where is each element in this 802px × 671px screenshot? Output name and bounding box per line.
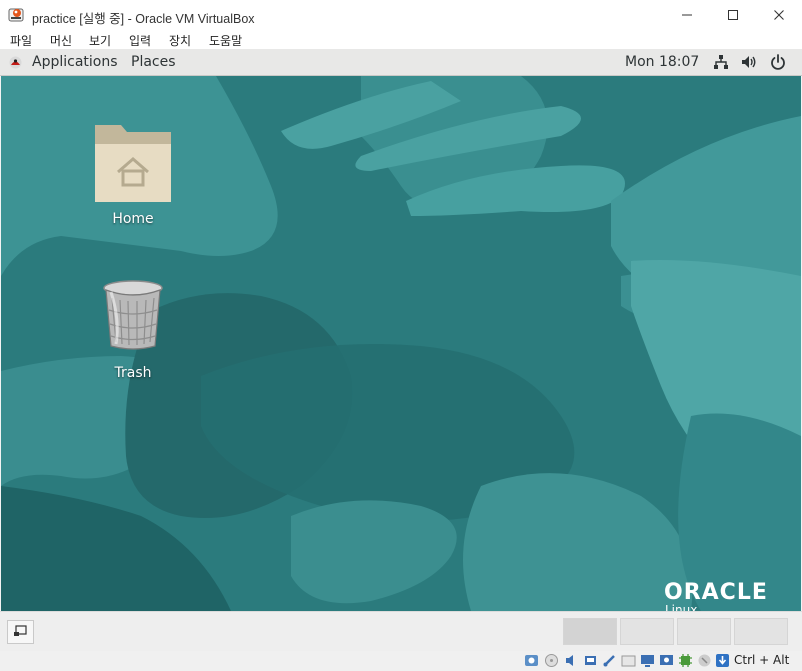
window-title: practice [실행 중] - Oracle VM VirtualBox	[32, 12, 255, 26]
oracle-logo-sub: Linux	[665, 603, 698, 611]
optical-drive-icon[interactable]	[544, 653, 559, 668]
show-desktop-icon	[14, 625, 27, 636]
applications-menu[interactable]: Applications	[32, 54, 118, 70]
places-menu[interactable]: Places	[131, 54, 176, 70]
network-icon[interactable]	[713, 54, 729, 70]
volume-icon[interactable]	[741, 54, 757, 70]
minimize-icon	[682, 14, 692, 16]
display-icon[interactable]	[640, 653, 655, 668]
workspace-1[interactable]	[563, 618, 617, 645]
applications-icon	[9, 56, 22, 69]
gnome-top-bar: Applications Places Mon 18:07	[0, 49, 802, 76]
menu-view[interactable]: 보기	[89, 32, 111, 49]
menu-file[interactable]: 파일	[10, 32, 32, 49]
virtualbox-app-icon	[8, 8, 24, 22]
shared-folders-icon[interactable]	[621, 653, 636, 668]
host-key-label: Ctrl + Alt	[734, 653, 790, 667]
close-button[interactable]	[756, 0, 802, 30]
trash-icon	[103, 280, 163, 350]
oracle-logo: ORACLE	[664, 580, 768, 605]
menu-machine[interactable]: 머신	[50, 32, 72, 49]
desktop-icon-trash[interactable]: Trash	[85, 280, 181, 381]
show-desktop-button[interactable]	[7, 620, 34, 644]
home-folder-icon	[95, 125, 171, 202]
gnome-bottom-bar	[0, 611, 802, 651]
virtualbox-window: practice [실행 중] - Oracle VM VirtualBox 파…	[0, 0, 802, 671]
desktop-icon-label: Home	[112, 211, 154, 227]
clock[interactable]: Mon 18:07	[625, 54, 699, 70]
workspace-4[interactable]	[734, 618, 788, 645]
mouse-integration-icon[interactable]	[697, 653, 712, 668]
audio-icon[interactable]	[564, 653, 579, 668]
vbox-menu-bar: 파일 머신 보기 입력 장치 도움말	[0, 30, 802, 49]
hard-disk-icon[interactable]	[524, 653, 539, 668]
maximize-icon	[728, 10, 738, 20]
desktop-icon-home[interactable]: Home	[85, 122, 181, 227]
desktop-icon-label: Trash	[114, 365, 152, 381]
vbox-status-bar: Ctrl + Alt	[0, 651, 802, 671]
title-bar[interactable]: practice [실행 중] - Oracle VM VirtualBox	[0, 0, 802, 30]
menu-devices[interactable]: 장치	[169, 32, 191, 49]
minimize-button[interactable]	[664, 0, 710, 30]
close-icon	[774, 10, 784, 20]
usb-icon[interactable]	[602, 653, 617, 668]
maximize-button[interactable]	[710, 0, 756, 30]
workspace-2[interactable]	[620, 618, 674, 645]
power-icon[interactable]	[770, 54, 786, 70]
cpu-icon[interactable]	[678, 653, 693, 668]
workspace-3[interactable]	[677, 618, 731, 645]
network-adapter-icon[interactable]	[583, 653, 598, 668]
menu-input[interactable]: 입력	[129, 32, 151, 49]
host-key-icon[interactable]	[715, 653, 730, 668]
recording-icon[interactable]	[659, 653, 674, 668]
desktop[interactable]: Home Trash ORACLE Linux	[1, 76, 801, 611]
menu-help[interactable]: 도움말	[209, 32, 242, 49]
